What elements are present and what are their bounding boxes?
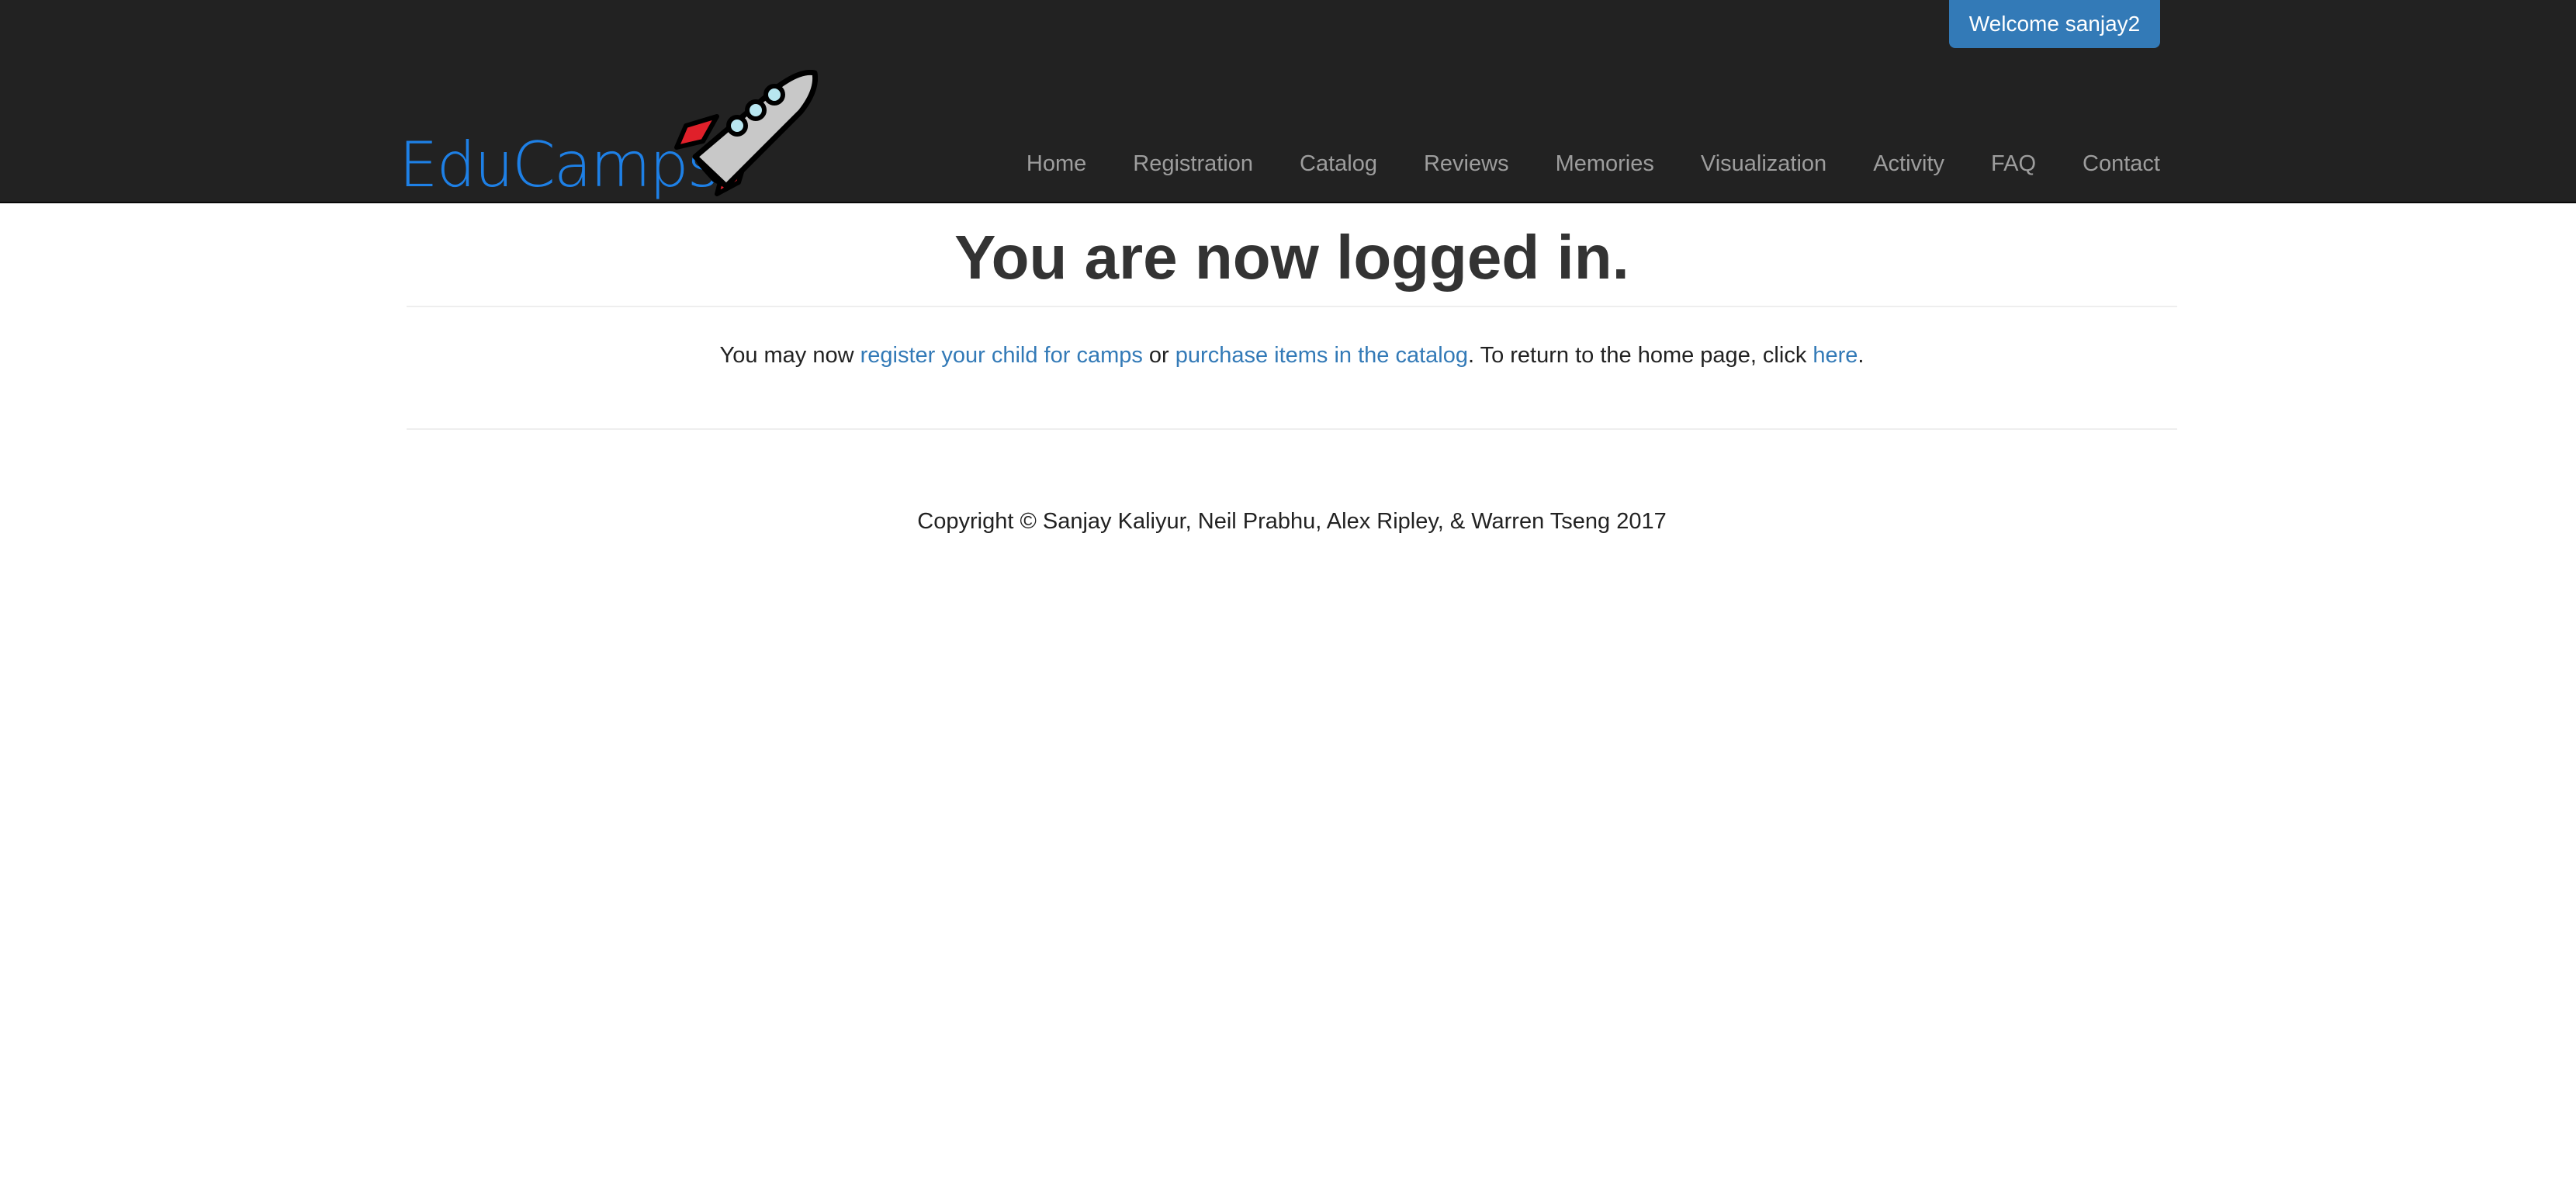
nav-registration[interactable]: Registration — [1110, 144, 1276, 183]
login-message: You may now register your child for camp… — [407, 338, 2177, 372]
main-nav: Home Registration Catalog Reviews Memori… — [1003, 144, 2160, 183]
divider — [407, 306, 2177, 307]
top-navbar: Welcome sanjay2 EduCamps Home Registrati… — [0, 0, 2576, 203]
nav-reviews[interactable]: Reviews — [1401, 144, 1532, 183]
nav-contact[interactable]: Contact — [2059, 144, 2160, 183]
intro-end: . — [1858, 343, 1864, 368]
nav-faq[interactable]: FAQ — [1968, 144, 2059, 183]
nav-activity[interactable]: Activity — [1850, 144, 1968, 183]
nav-memories[interactable]: Memories — [1532, 144, 1678, 183]
home-here-link[interactable]: here — [1813, 343, 1858, 368]
brand-logo-link[interactable]: EduCamps — [399, 70, 818, 203]
intro-prefix: You may now — [719, 343, 860, 368]
nav-home[interactable]: Home — [1003, 144, 1110, 183]
copyright-footer: Copyright © Sanjay Kaliyur, Neil Prabhu,… — [917, 509, 1667, 534]
register-camps-link[interactable]: register your child for camps — [860, 343, 1143, 368]
main-content: You are now logged in. You may now regis… — [407, 203, 2177, 538]
rocket-icon — [674, 70, 818, 196]
nav-visualization[interactable]: Visualization — [1678, 144, 1850, 183]
intro-middle: or — [1142, 343, 1175, 368]
nav-catalog[interactable]: Catalog — [1276, 144, 1401, 183]
catalog-link[interactable]: purchase items in the catalog — [1175, 343, 1468, 368]
intro-suffix: . To return to the home page, click — [1468, 343, 1813, 368]
welcome-user-button[interactable]: Welcome sanjay2 — [1949, 0, 2160, 48]
divider — [407, 428, 2177, 430]
page-title: You are now logged in. — [954, 223, 1629, 292]
